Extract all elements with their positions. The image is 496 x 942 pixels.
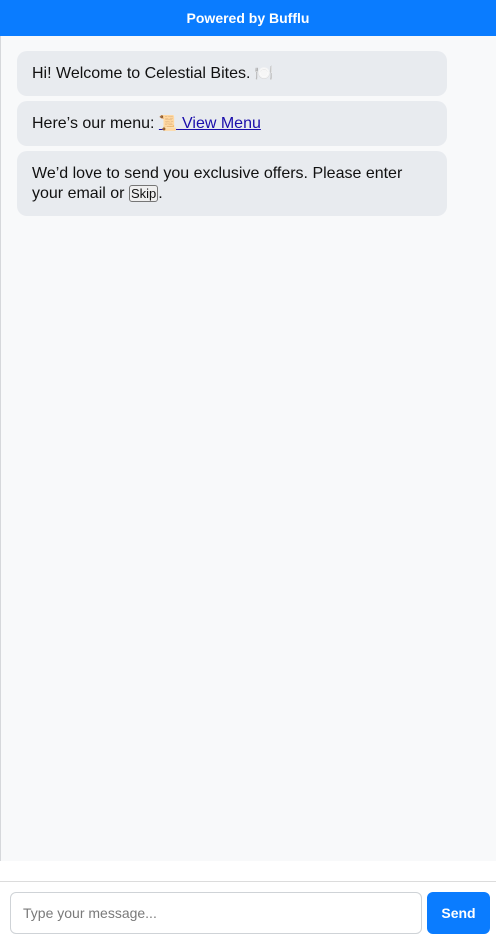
- composer-bar: Send: [0, 881, 496, 942]
- message-text: Here’s our menu:: [32, 115, 159, 132]
- skip-button[interactable]: Skip: [128, 185, 159, 202]
- header-title: Powered by Bufflu: [186, 10, 310, 26]
- chat-widget: Powered by Bufflu Hi! Welcome to Celesti…: [0, 0, 496, 942]
- bot-message-menu: Here’s our menu: 📜 View Menu: [17, 101, 447, 146]
- message-suffix: .: [158, 185, 163, 202]
- view-menu-label: View Menu: [182, 115, 261, 132]
- send-button[interactable]: Send: [427, 892, 490, 934]
- header-bar: Powered by Bufflu: [0, 0, 496, 36]
- bot-message-welcome: Hi! Welcome to Celestial Bites. 🍽️: [17, 51, 447, 96]
- view-menu-link[interactable]: 📜 View Menu: [159, 115, 261, 132]
- plate-icon: 🍽️: [254, 65, 274, 82]
- chat-message-list[interactable]: Hi! Welcome to Celestial Bites. 🍽️ Here’…: [0, 36, 496, 861]
- message-text: Hi! Welcome to Celestial Bites.: [32, 65, 251, 82]
- bot-message-offers: We’d love to send you exclusive offers. …: [17, 151, 447, 216]
- scroll-icon: 📜: [158, 115, 178, 132]
- message-text: We’d love to send you exclusive offers. …: [32, 165, 403, 202]
- message-input[interactable]: [10, 892, 422, 934]
